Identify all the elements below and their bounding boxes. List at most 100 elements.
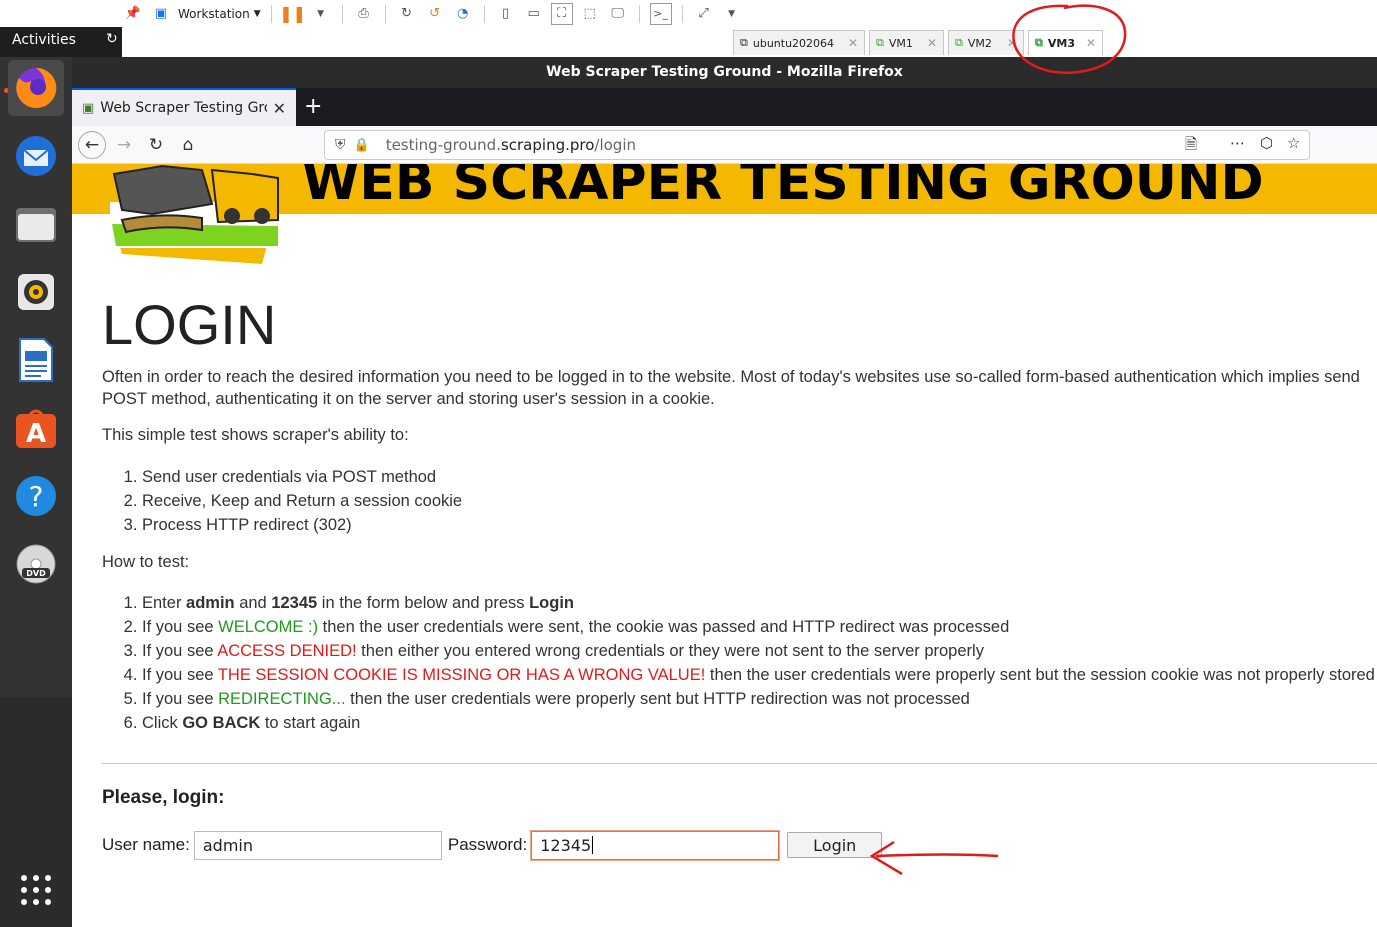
close-icon[interactable]: ✕ xyxy=(848,36,858,50)
step-text: then either you entered wrong credential… xyxy=(356,642,984,660)
step-text: then the user credentials were properly … xyxy=(345,690,970,708)
home-icon[interactable]: ⌂ xyxy=(174,131,202,159)
shield-icon[interactable]: ⛨ xyxy=(335,137,346,153)
vm-tab-vm1[interactable]: ⧉ VM1 ✕ xyxy=(869,30,944,55)
browser-tab[interactable]: ▣ Web Scraper Testing Ground ✕ xyxy=(72,88,296,126)
files-icon[interactable] xyxy=(8,196,64,252)
list-item: If you see REDIRECTING... then the user … xyxy=(142,687,1377,711)
toolbar-divider xyxy=(384,4,386,23)
vm-tab-vm3[interactable]: ⧉ VM3 ✕ xyxy=(1028,30,1103,55)
back-icon[interactable]: ← xyxy=(78,131,106,159)
url-path: /login xyxy=(594,136,637,154)
vm-tab-ubuntu[interactable]: ⧉ ubuntu202064 ✕ xyxy=(733,30,865,55)
step-text: then the user credentials were sent, the… xyxy=(318,618,1010,636)
vmware-toolbar: 📌 ▣ Workstation ▼ ❚❚ ▼ ⎙ ↻ ↺ ◔ ▯ ▭ ⛶ ⬚ 🖵… xyxy=(0,0,1377,27)
close-icon[interactable]: ✕ xyxy=(927,36,937,50)
send-ctrl-alt-del-icon[interactable]: ⎙ xyxy=(353,3,375,25)
step-bold: Login xyxy=(529,594,574,612)
full-screen-icon[interactable]: ⛶ xyxy=(550,2,573,25)
list-item: If you see ACCESS DENIED! then either yo… xyxy=(142,639,1377,663)
step-text: Click xyxy=(142,714,183,732)
workstation-menu[interactable]: Workstation ▼ xyxy=(178,7,261,21)
url-bar[interactable]: ⛨ 🔒 testing-ground.scraping.pro/login 🗎 … xyxy=(324,130,1310,160)
thunderbird-icon[interactable] xyxy=(8,128,64,184)
stretch-menu-chevron-icon[interactable]: ▼ xyxy=(721,3,743,25)
reload-icon[interactable]: ↻ xyxy=(142,131,170,159)
pocket-icon[interactable]: ⬡ xyxy=(1260,134,1273,152)
show-thumbnail-icon[interactable]: ▭ xyxy=(523,3,545,25)
revert-snapshot-icon[interactable]: ↺ xyxy=(424,3,446,25)
pause-icon[interactable]: ❚❚ xyxy=(279,3,306,25)
chevron-down-icon: ▼ xyxy=(253,8,261,19)
username-label: User name: xyxy=(102,835,190,854)
vm-tab-label: ubuntu202064 xyxy=(752,36,835,50)
navigation-bar: ← → ↻ ⌂ ⛨ 🔒 testing-ground.scraping.pro/… xyxy=(72,126,1377,164)
list-item: Process HTTP redirect (302) xyxy=(142,513,462,537)
app-center-icon[interactable]: A xyxy=(8,400,64,456)
pin-icon[interactable]: 📌 xyxy=(122,3,144,25)
power-menu-chevron-icon[interactable]: ▼ xyxy=(310,3,332,25)
vm-tab-vm2[interactable]: ⧉ VM2 ✕ xyxy=(948,30,1024,55)
login-button[interactable]: Login xyxy=(787,832,883,858)
step-text: If you see xyxy=(142,618,219,636)
firefox-icon[interactable] xyxy=(8,60,64,116)
console-view-icon[interactable]: 🖵 xyxy=(607,3,629,25)
vm-icon: ⧉ xyxy=(740,36,748,49)
steps-list: Enter admin and 12345 in the form below … xyxy=(124,591,1377,735)
page-actions-icon[interactable]: ⋯ xyxy=(1230,134,1245,152)
step-text: If you see xyxy=(142,690,219,708)
ubuntu-dock: A ? DVD xyxy=(0,57,72,927)
password-value: 12345 xyxy=(540,835,592,855)
bookmark-star-icon[interactable]: ☆ xyxy=(1287,134,1300,152)
login-form: User name: admin Password: 12345 Login xyxy=(102,830,883,860)
url-domain: scraping.pro xyxy=(500,136,595,154)
insecure-lock-icon[interactable]: 🔒 xyxy=(354,138,370,153)
step-text: If you see xyxy=(142,666,218,684)
rhythmbox-icon[interactable] xyxy=(8,264,64,320)
password-input[interactable]: 12345 xyxy=(531,830,780,860)
unity-icon[interactable]: ⬚ xyxy=(579,3,601,25)
how-to-test-heading: How to test: xyxy=(102,553,190,571)
snapshot-manager-icon[interactable]: ◔ xyxy=(452,3,474,25)
svg-text:?: ? xyxy=(29,480,44,513)
svg-text:DVD: DVD xyxy=(26,569,46,578)
abilities-list: Send user credentials via POST method Re… xyxy=(124,465,462,537)
terminal-icon[interactable]: >_ xyxy=(649,2,672,25)
show-library-icon[interactable]: ▯ xyxy=(495,3,517,25)
step-text: and xyxy=(234,594,272,612)
close-tab-icon[interactable]: ✕ xyxy=(273,99,286,118)
refresh-icon: ↻ xyxy=(106,31,118,47)
list-item: Send user credentials via POST method xyxy=(142,465,462,489)
list-item: Enter admin and 12345 in the form below … xyxy=(142,591,1377,615)
toolbar-divider xyxy=(638,4,640,23)
dvd-icon[interactable]: DVD xyxy=(8,536,64,592)
forward-icon[interactable]: → xyxy=(110,131,138,159)
vm-tab-label: VM2 xyxy=(967,36,992,50)
page-title: LOGIN xyxy=(102,293,277,356)
toolbar-divider xyxy=(341,4,343,23)
cookie-missing-highlight: THE SESSION COOKIE IS MISSING OR HAS A W… xyxy=(217,666,706,684)
activities-button[interactable]: Activities xyxy=(12,32,76,48)
username-input[interactable]: admin xyxy=(193,830,442,860)
snapshot-icon[interactable]: ↻ xyxy=(396,3,418,25)
close-icon[interactable]: ✕ xyxy=(1086,36,1096,50)
web-page: WEB SCRAPER TESTING GROUND LOGIN Often i… xyxy=(72,164,1377,927)
window-title: Web Scraper Testing Ground - Mozilla Fir… xyxy=(72,57,1377,88)
libreoffice-writer-icon[interactable] xyxy=(8,332,64,388)
help-icon[interactable]: ? xyxy=(8,468,64,524)
intro-line: POST method, authenticating it on the se… xyxy=(102,390,715,408)
reader-view-icon[interactable]: 🗎 xyxy=(1185,134,1197,159)
close-icon[interactable]: ✕ xyxy=(1007,36,1017,50)
access-denied-highlight: ACCESS DENIED! xyxy=(217,642,357,660)
stretch-icon[interactable]: ⤢ xyxy=(693,3,715,25)
show-apps-icon[interactable] xyxy=(8,862,64,918)
vmware-toolbar-buttons: 📌 ▣ Workstation ▼ ❚❚ ▼ ⎙ ↻ ↺ ◔ ▯ ▭ ⛶ ⬚ 🖵… xyxy=(122,0,743,27)
step-text: If you see xyxy=(142,642,218,660)
welcome-highlight: WELCOME :) xyxy=(218,618,319,636)
step-text: then the user credentials were properly … xyxy=(705,666,1377,684)
redirecting-highlight: REDIRECTING... xyxy=(218,690,346,708)
new-tab-icon[interactable]: + xyxy=(304,94,322,119)
vm-running-icon: ⧉ xyxy=(1035,36,1043,49)
step-bold: admin xyxy=(186,594,235,612)
vm-tab-label: VM3 xyxy=(1047,36,1075,50)
